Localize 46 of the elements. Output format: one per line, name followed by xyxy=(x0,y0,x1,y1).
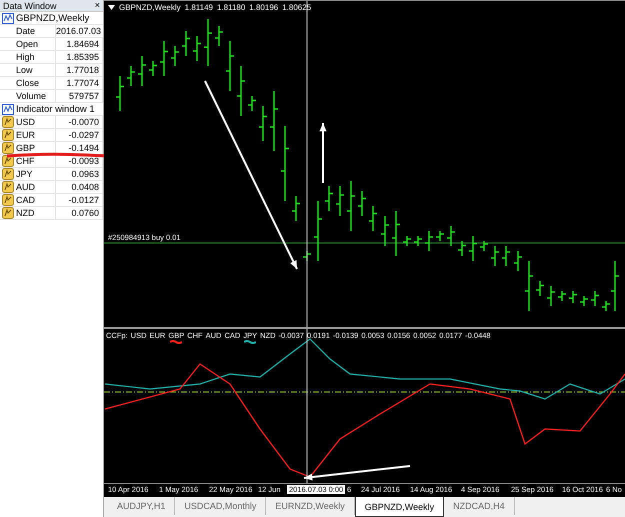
row-label: EUR xyxy=(16,130,36,140)
price-value: 1.81180 xyxy=(216,3,246,12)
dropdown-icon[interactable] xyxy=(108,5,115,10)
row-label: High xyxy=(0,51,56,63)
row-label: CHF xyxy=(16,156,34,166)
row-label: GBP xyxy=(16,143,36,153)
row-label: NZD xyxy=(16,208,34,218)
chart-tab[interactable]: GBPNZD,Weekly xyxy=(354,497,444,517)
price-value: 1.80196 xyxy=(249,3,278,12)
indicator-icon xyxy=(2,129,14,141)
panel-title: Data Window xyxy=(3,0,57,10)
row-value: -0.0127 xyxy=(56,194,103,206)
row-label: Volume xyxy=(0,90,56,102)
section-title: Indicator window 1 xyxy=(16,104,95,114)
row-label: AUD xyxy=(16,182,36,192)
row-value: -0.1494 xyxy=(56,142,103,154)
row-label: Close xyxy=(0,77,56,89)
row-value: -0.0070 xyxy=(56,116,103,128)
indicator-icon xyxy=(2,194,14,206)
row-label: Date xyxy=(0,25,56,37)
row-label: CAD xyxy=(16,195,36,205)
indicator-icon xyxy=(2,155,14,167)
indicator-icon xyxy=(2,168,14,180)
row-value: 1.77074 xyxy=(56,77,103,89)
row-value: 0.0963 xyxy=(56,168,103,180)
indicator-icon xyxy=(2,181,14,193)
indicator-icon xyxy=(2,142,14,154)
row-value: 1.84694 xyxy=(56,38,103,50)
section-title: GBPNZD,Weekly xyxy=(16,12,90,24)
row-value: 1.85395 xyxy=(56,51,103,63)
row-value: 1.77018 xyxy=(56,64,103,76)
row-value: 0.0760 xyxy=(56,207,103,219)
row-label: USD xyxy=(16,117,36,127)
row-value: -0.0297 xyxy=(56,129,103,141)
indicator-icon xyxy=(2,116,14,128)
row-label: JPY xyxy=(16,169,33,179)
row-value: 0.0408 xyxy=(56,181,103,193)
row-value: 579757 xyxy=(56,90,103,102)
price-value: 1.81149 xyxy=(184,3,213,12)
arrow xyxy=(320,123,326,183)
chart-title: GBPNZD,Weekly xyxy=(119,3,181,12)
row-label: Low xyxy=(0,64,56,76)
row-label: Open xyxy=(0,38,56,50)
close-button[interactable]: × xyxy=(94,1,100,10)
indicator-icon xyxy=(2,207,14,219)
row-value: -0.0093 xyxy=(56,155,103,167)
